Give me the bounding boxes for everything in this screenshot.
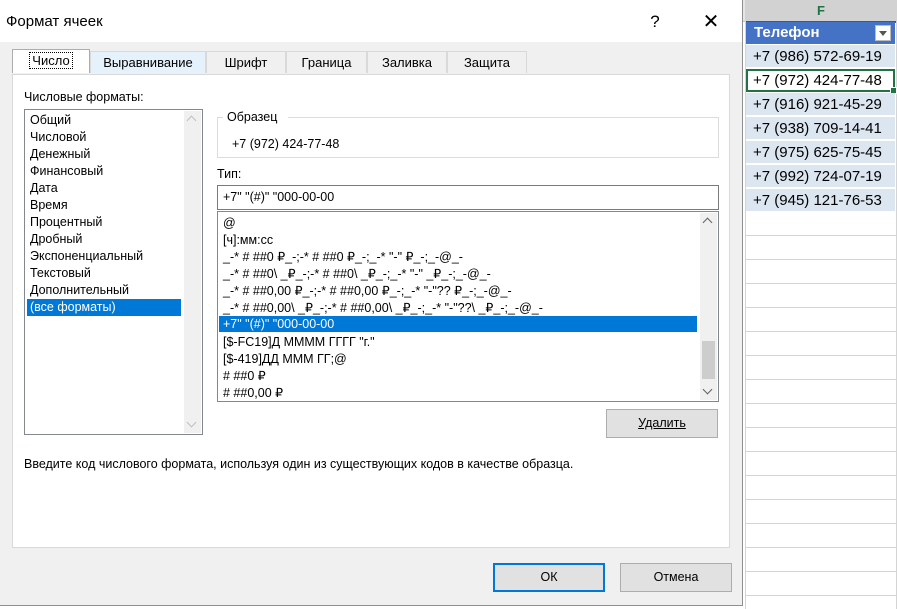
list-item[interactable]: _-* # ##0\ _₽_-;-* # ##0\ _₽_-;_-* "-" _… xyxy=(219,266,697,282)
category-list[interactable]: Общий Числовой Денежный Финансовый Дата … xyxy=(24,109,203,435)
grid-line xyxy=(745,475,897,476)
list-item[interactable]: [$-419]ДД МММ ГГ;@ xyxy=(219,351,697,367)
tab-fill[interactable]: Заливка xyxy=(367,51,447,73)
grid-line xyxy=(745,451,897,452)
format-scrollbar[interactable] xyxy=(700,213,717,400)
list-item-selected[interactable]: (все форматы) xyxy=(27,299,181,316)
table-cell[interactable]: +7 (938) 709-14-41 xyxy=(746,117,895,140)
table-cell[interactable]: +7 (916) 921-45-29 xyxy=(746,93,895,116)
filter-dropdown-icon[interactable] xyxy=(875,25,891,41)
grid-line xyxy=(745,355,897,356)
grid-line xyxy=(745,307,897,308)
cell-value: +7 (972) 424-77-48 xyxy=(753,72,882,89)
list-item[interactable]: Числовой xyxy=(27,129,181,146)
table-cell[interactable]: +7 (986) 572-69-19 xyxy=(746,45,895,68)
type-label: Тип: xyxy=(217,167,242,181)
help-button[interactable]: ? xyxy=(640,9,670,35)
scroll-down-icon[interactable] xyxy=(700,383,717,400)
scroll-thumb[interactable] xyxy=(702,341,715,379)
table-cell[interactable]: +7 (992) 724-07-19 xyxy=(746,165,895,188)
categories-label: Числовые форматы: xyxy=(24,90,144,104)
scroll-down-icon[interactable] xyxy=(184,416,201,433)
ok-button[interactable]: ОК xyxy=(493,563,605,592)
list-item[interactable]: Текстовый xyxy=(27,265,181,282)
grid-line xyxy=(745,547,897,548)
scroll-up-icon[interactable] xyxy=(700,213,717,230)
list-item[interactable]: _-* # ##0 ₽_-;-* # ##0 ₽_-;_-* "-" ₽_-;_… xyxy=(219,249,697,265)
format-code-list[interactable]: @ [ч]:мм:сс _-* # ##0 ₽_-;-* # ##0 ₽_-;_… xyxy=(217,211,719,402)
list-item[interactable]: _-* # ##0,00 ₽_-;-* # ##0,00 ₽_-;_-* "-"… xyxy=(219,283,697,299)
column-header-f[interactable]: F xyxy=(745,0,897,23)
tab-font[interactable]: Шрифт xyxy=(206,51,286,73)
list-item[interactable]: # ##0,00 ₽ xyxy=(219,385,697,401)
hint-text: Введите код числового формата, используя… xyxy=(24,457,574,471)
dialog-title: Формат ячеек xyxy=(6,13,103,30)
header-cell-label: Телефон xyxy=(754,24,820,41)
list-item[interactable]: Дополнительный xyxy=(27,282,181,299)
list-item[interactable]: @ xyxy=(219,215,697,231)
cancel-button[interactable]: Отмена xyxy=(620,563,732,592)
grid-line xyxy=(745,403,897,404)
grid-line xyxy=(745,595,897,596)
grid-line xyxy=(745,499,897,500)
table-cell[interactable]: +7 (975) 625-75-45 xyxy=(746,141,895,164)
table-cell[interactable]: +7 (945) 121-76-53 xyxy=(746,189,895,212)
tab-alignment[interactable]: Выравнивание xyxy=(90,51,206,73)
list-item[interactable]: [ч]:мм:сс xyxy=(219,232,697,248)
grid-line xyxy=(745,523,897,524)
close-button[interactable]: ✕ xyxy=(694,9,728,35)
list-item[interactable]: Дробный xyxy=(27,231,181,248)
table-header-cell[interactable]: Телефон xyxy=(746,22,895,44)
tab-protection[interactable]: Защита xyxy=(447,51,527,73)
scroll-up-icon[interactable] xyxy=(184,111,201,128)
list-item[interactable]: Общий xyxy=(27,112,181,129)
grid-line xyxy=(745,235,897,236)
list-item[interactable]: Экспоненциальный xyxy=(27,248,181,265)
delete-button[interactable]: Удалить xyxy=(606,409,718,438)
type-input[interactable]: +7" "(#)" "000-00-00 xyxy=(217,185,719,210)
grid-line xyxy=(745,571,897,572)
format-cells-dialog: Формат ячеек ? ✕ Число Выравнивание Шриф… xyxy=(0,0,743,606)
category-scrollbar[interactable] xyxy=(184,111,201,433)
list-item[interactable]: _-* # ##0,00\ _₽_-;-* # ##0,00\ _₽_-;_-*… xyxy=(219,300,697,316)
table-cell-selected[interactable]: +7 (972) 424-77-48 xyxy=(746,69,897,94)
list-item[interactable]: Дата xyxy=(27,180,181,197)
tab-number[interactable]: Число xyxy=(12,49,90,73)
grid-line xyxy=(745,283,897,284)
list-item[interactable]: # ##0 ₽ xyxy=(219,368,697,384)
dialog-titlebar[interactable]: Формат ячеек ? ✕ xyxy=(0,0,742,42)
list-item[interactable]: Процентный xyxy=(27,214,181,231)
sample-value: +7 (972) 424-77-48 xyxy=(232,137,340,151)
grid-line xyxy=(745,379,897,380)
list-item[interactable]: [$-FC19]Д ММММ ГГГГ "г." xyxy=(219,334,697,350)
list-item[interactable]: Денежный xyxy=(27,146,181,163)
list-item[interactable]: Время xyxy=(27,197,181,214)
grid-line xyxy=(745,331,897,332)
grid-line xyxy=(745,259,897,260)
list-item[interactable]: Финансовый xyxy=(27,163,181,180)
sample-label: Образец xyxy=(226,110,279,124)
tab-border[interactable]: Граница xyxy=(286,51,367,73)
grid-line xyxy=(745,427,897,428)
list-item-selected[interactable]: +7" "(#)" "000-00-00 xyxy=(219,316,697,332)
